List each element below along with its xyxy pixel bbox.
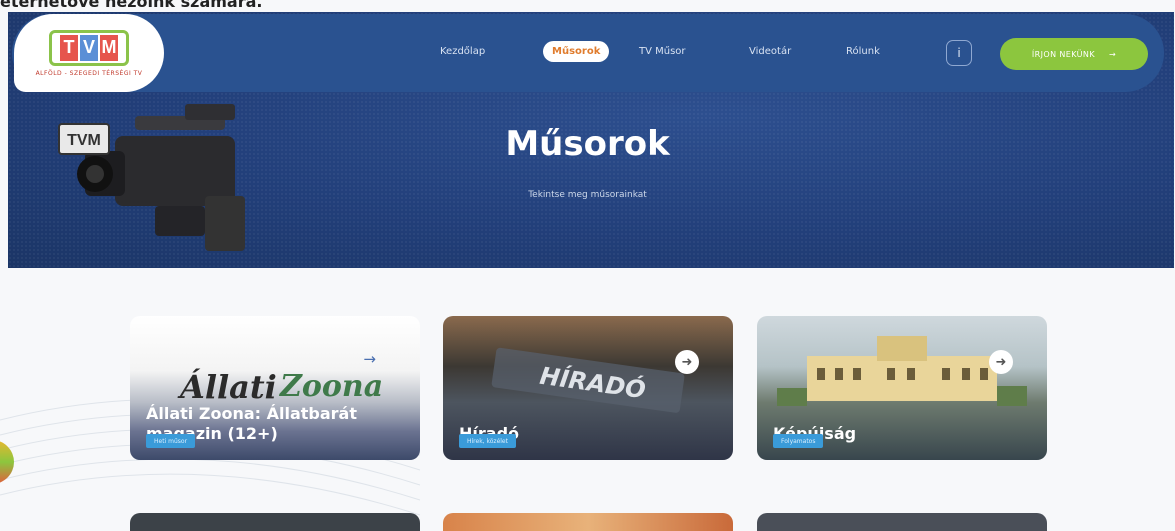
logo-letter-m: M [100, 34, 118, 61]
program-card-kepujsag[interactable]: ➜ Képújság Folyamatos [757, 316, 1047, 460]
nav-item-tv-schedule[interactable]: TV Műsor [639, 46, 686, 57]
contact-us-label: ÍRJON NEKÜNK [1031, 49, 1095, 59]
program-card-allati-zoona[interactable]: Állati Zoona → Állati Zoona: Állatbarát … [130, 316, 420, 460]
nav-item-about[interactable]: Rólunk [846, 46, 880, 57]
arrow-right-icon: → [1108, 49, 1117, 59]
logo-mark: T V M [49, 29, 129, 66]
card-category-badge: Hírek, közélet [459, 434, 516, 448]
site-logo[interactable]: T V M ALFÖLD - SZEGEDI TÉRSÉGI TV [14, 14, 164, 92]
page-title: Műsorok [505, 124, 670, 164]
page-subtitle: Tekintse meg műsorainkat [528, 190, 647, 200]
card-category-badge: Heti műsor [146, 434, 196, 448]
program-card-hirado[interactable]: HÍRADÓ ➜ Híradó Hírek, közélet [443, 316, 733, 460]
contact-us-button[interactable]: ÍRJON NEKÜNK → [1000, 38, 1148, 70]
camera-illustration: TVM [58, 104, 245, 251]
nav-item-home[interactable]: Kezdőlap [440, 46, 485, 57]
arrow-circle-icon[interactable]: ➜ [675, 350, 699, 374]
card-category-badge: Folyamatos [773, 434, 824, 448]
program-card-row2-3[interactable] [757, 513, 1047, 531]
info-button[interactable]: i [946, 40, 972, 66]
arrow-circle-icon[interactable]: ➜ [989, 350, 1013, 374]
program-card-row2-1[interactable] [130, 513, 420, 531]
svg-text:Állati: Állati [177, 368, 277, 406]
info-icon: i [957, 46, 961, 60]
page: eternetove nezoink szamara. T V M ALFÖLD… [0, 0, 1175, 531]
intro-text-fragment: eternetove nezoink szamara. [0, 0, 263, 11]
nav-item-programs[interactable]: Műsorok [543, 41, 610, 62]
program-card-row2-2[interactable] [443, 513, 733, 531]
hirado-overlay-graphic: HÍRADÓ [491, 347, 685, 413]
logo-letter-t: T [60, 34, 78, 61]
arrow-right-icon: → [363, 350, 376, 368]
logo-subtitle: ALFÖLD - SZEGEDI TÉRSÉGI TV [35, 69, 143, 77]
svg-text:Zoona: Zoona [279, 369, 383, 404]
nav-item-video-library[interactable]: Videotár [749, 46, 791, 57]
logo-letter-v: V [80, 34, 98, 61]
